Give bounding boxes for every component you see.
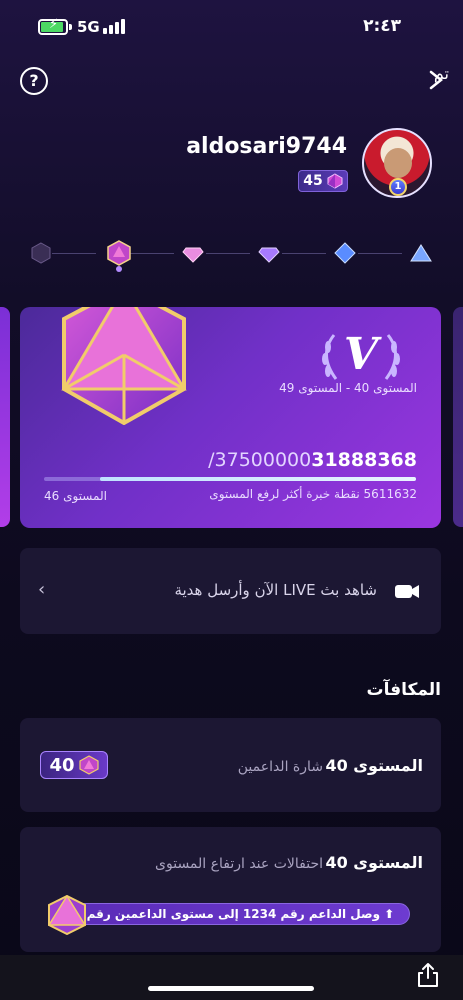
rewards-title: المكافآت bbox=[366, 680, 441, 700]
share-icon[interactable] bbox=[417, 962, 439, 988]
network-label: 5G bbox=[77, 18, 100, 36]
xp-max: /37500000 bbox=[208, 449, 312, 471]
level-gem-icon bbox=[48, 895, 86, 935]
current-level-dot bbox=[116, 266, 122, 272]
banner-text: وصل الداعم رقم 1234 إلى مستوى الداعمين ر… bbox=[66, 907, 381, 921]
xp-progress-fill bbox=[99, 477, 416, 481]
reward-item: المستوى 40 احتفالات عند ارتفاع المستوى ⬆… bbox=[20, 827, 441, 952]
signal-icon bbox=[103, 18, 129, 34]
bottom-bar bbox=[0, 955, 463, 1000]
status-bar: ⚡ 5G ٢:٤٣ bbox=[0, 0, 463, 56]
level-card: V المستوى 40 - المستوى 49 /3750000031888… bbox=[20, 307, 441, 528]
clock: ٢:٤٣ bbox=[363, 16, 401, 36]
level-gem-icon[interactable] bbox=[258, 242, 280, 264]
level-gem-icon bbox=[61, 307, 187, 425]
xp-current: 31888368 bbox=[311, 449, 417, 471]
reward-level: المستوى 40 bbox=[325, 853, 423, 872]
live-gift-text: شاهد بث LIVE الآن وأرسل هدية bbox=[174, 581, 377, 599]
level-range: المستوى 40 - المستوى 49 bbox=[279, 381, 417, 395]
level-gem-icon[interactable] bbox=[30, 242, 52, 264]
level-gem-current-icon[interactable] bbox=[106, 240, 132, 266]
level-gem-icon[interactable] bbox=[182, 242, 204, 264]
gem-icon bbox=[327, 173, 343, 189]
live-gift-row[interactable]: شاهد بث LIVE الآن وأرسل هدية ‹ bbox=[20, 548, 441, 634]
close-chevron-icon[interactable] bbox=[429, 70, 443, 90]
battery-cap bbox=[69, 24, 72, 30]
reward-item: المستوى 40 شارة الداعمين 40 bbox=[20, 718, 441, 812]
next-level-card[interactable] bbox=[453, 307, 463, 527]
reward-level: المستوى 40 bbox=[325, 756, 423, 775]
next-level-label: المستوى 46 bbox=[44, 489, 107, 503]
gem-icon bbox=[78, 755, 99, 775]
level-track bbox=[20, 238, 440, 268]
live-camera-icon bbox=[395, 585, 419, 598]
prev-level-card[interactable] bbox=[0, 307, 10, 527]
level-chip: 45 bbox=[298, 170, 348, 192]
supporter-badge-value: 40 bbox=[49, 754, 75, 776]
reward-desc: احتفالات عند ارتفاع المستوى bbox=[155, 856, 323, 872]
level-up-banner: ⬆ وصل الداعم رقم 1234 إلى مستوى الداعمين… bbox=[50, 903, 410, 925]
xp-remaining: 5611632 نقطة خبرة أكثر لرفع المستوى bbox=[209, 487, 417, 501]
reward-desc: شارة الداعمين bbox=[237, 759, 323, 775]
help-icon[interactable]: ? bbox=[20, 67, 48, 95]
banner-arrow-icon: ⬆ bbox=[384, 907, 395, 921]
level-chip-value: 45 bbox=[303, 173, 323, 189]
supporter-badge: 40 bbox=[40, 751, 108, 779]
chevron-left-icon: ‹ bbox=[38, 579, 46, 600]
xp-counter: /3750000031888368 bbox=[208, 449, 417, 471]
xp-progress-bar bbox=[44, 477, 416, 481]
charging-icon: ⚡ bbox=[49, 17, 59, 32]
level-gem-icon[interactable] bbox=[410, 242, 432, 264]
username: aldosari9744 bbox=[186, 134, 347, 159]
level-tier-roman: V bbox=[343, 329, 379, 380]
home-indicator bbox=[148, 986, 314, 991]
rank-badge: 1 bbox=[389, 178, 407, 196]
level-gem-icon[interactable] bbox=[334, 242, 356, 264]
